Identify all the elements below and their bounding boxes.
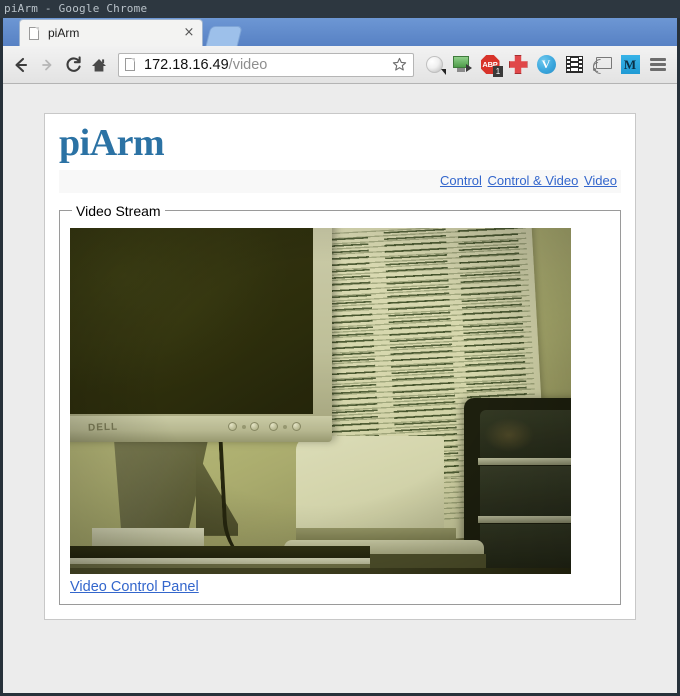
url-text: 172.18.16.49/video <box>144 57 389 73</box>
extension-cast-icon[interactable] <box>588 51 616 79</box>
star-icon[interactable] <box>389 55 409 75</box>
nav-link-control-and-video[interactable]: Control & Video <box>488 173 579 188</box>
page-container: piArm Control Control & Video Video Vide… <box>44 113 636 620</box>
extension-vysor-icon[interactable]: V <box>532 51 560 79</box>
url-host: 172.18.16.49 <box>144 56 229 73</box>
forward-button[interactable] <box>34 52 60 78</box>
extension-film-strip-icon[interactable] <box>560 51 588 79</box>
browser-tab-piarm[interactable]: piArm × <box>20 20 202 46</box>
page-icon <box>28 26 41 41</box>
home-button[interactable] <box>86 52 112 78</box>
m-extension-icon: M <box>620 55 640 74</box>
vysor-icon: V <box>536 55 556 74</box>
close-icon[interactable]: × <box>182 26 196 40</box>
hamburger-menu-icon <box>650 58 666 71</box>
tab-strip: piArm × <box>3 18 677 46</box>
browser-toolbar: 172.18.16.49/video ABP 1 V M <box>3 46 677 84</box>
tab-title: piArm <box>48 26 80 40</box>
film-strip-icon <box>565 56 583 73</box>
back-button[interactable] <box>8 52 34 78</box>
page-title: piArm <box>59 122 165 164</box>
url-path: /video <box>228 56 268 73</box>
page-nav: Control Control & Video Video <box>59 169 621 193</box>
page-icon <box>124 57 137 72</box>
extension-screen-capture-icon[interactable] <box>448 51 476 79</box>
extension-adblock-plus-icon[interactable]: ABP 1 <box>476 51 504 79</box>
extension-search-icon[interactable] <box>420 51 448 79</box>
address-bar[interactable]: 172.18.16.49/video <box>118 52 414 77</box>
video-stream-legend: Video Stream <box>76 202 161 219</box>
chrome-menu-button[interactable] <box>644 51 672 79</box>
add-plugin-icon <box>508 55 528 74</box>
search-icon <box>425 56 446 75</box>
extension-add-plugin-icon[interactable] <box>504 51 532 79</box>
nav-link-video[interactable]: Video <box>584 173 617 188</box>
nav-link-control[interactable]: Control <box>440 173 482 188</box>
reload-button[interactable] <box>60 52 86 78</box>
browser-window: piArm - Google Chrome piArm × 172.18.16.… <box>0 0 680 696</box>
video-stream-fieldset: Video Stream Video Control Panel <box>59 202 621 605</box>
cast-icon <box>589 55 612 78</box>
video-stream-image: DELL <box>70 227 571 574</box>
adblock-badge: 1 <box>493 65 503 77</box>
extension-m-icon[interactable]: M <box>616 51 644 79</box>
page-viewport: piArm Control Control & Video Video Vide… <box>3 84 677 693</box>
window-title: piArm - Google Chrome <box>4 2 148 15</box>
new-tab-button[interactable] <box>206 27 242 46</box>
screen-capture-icon <box>453 56 472 73</box>
window-title-bar: piArm - Google Chrome <box>0 0 680 18</box>
stream-vignette <box>70 227 571 574</box>
video-control-panel-link[interactable]: Video Control Panel <box>70 579 199 595</box>
